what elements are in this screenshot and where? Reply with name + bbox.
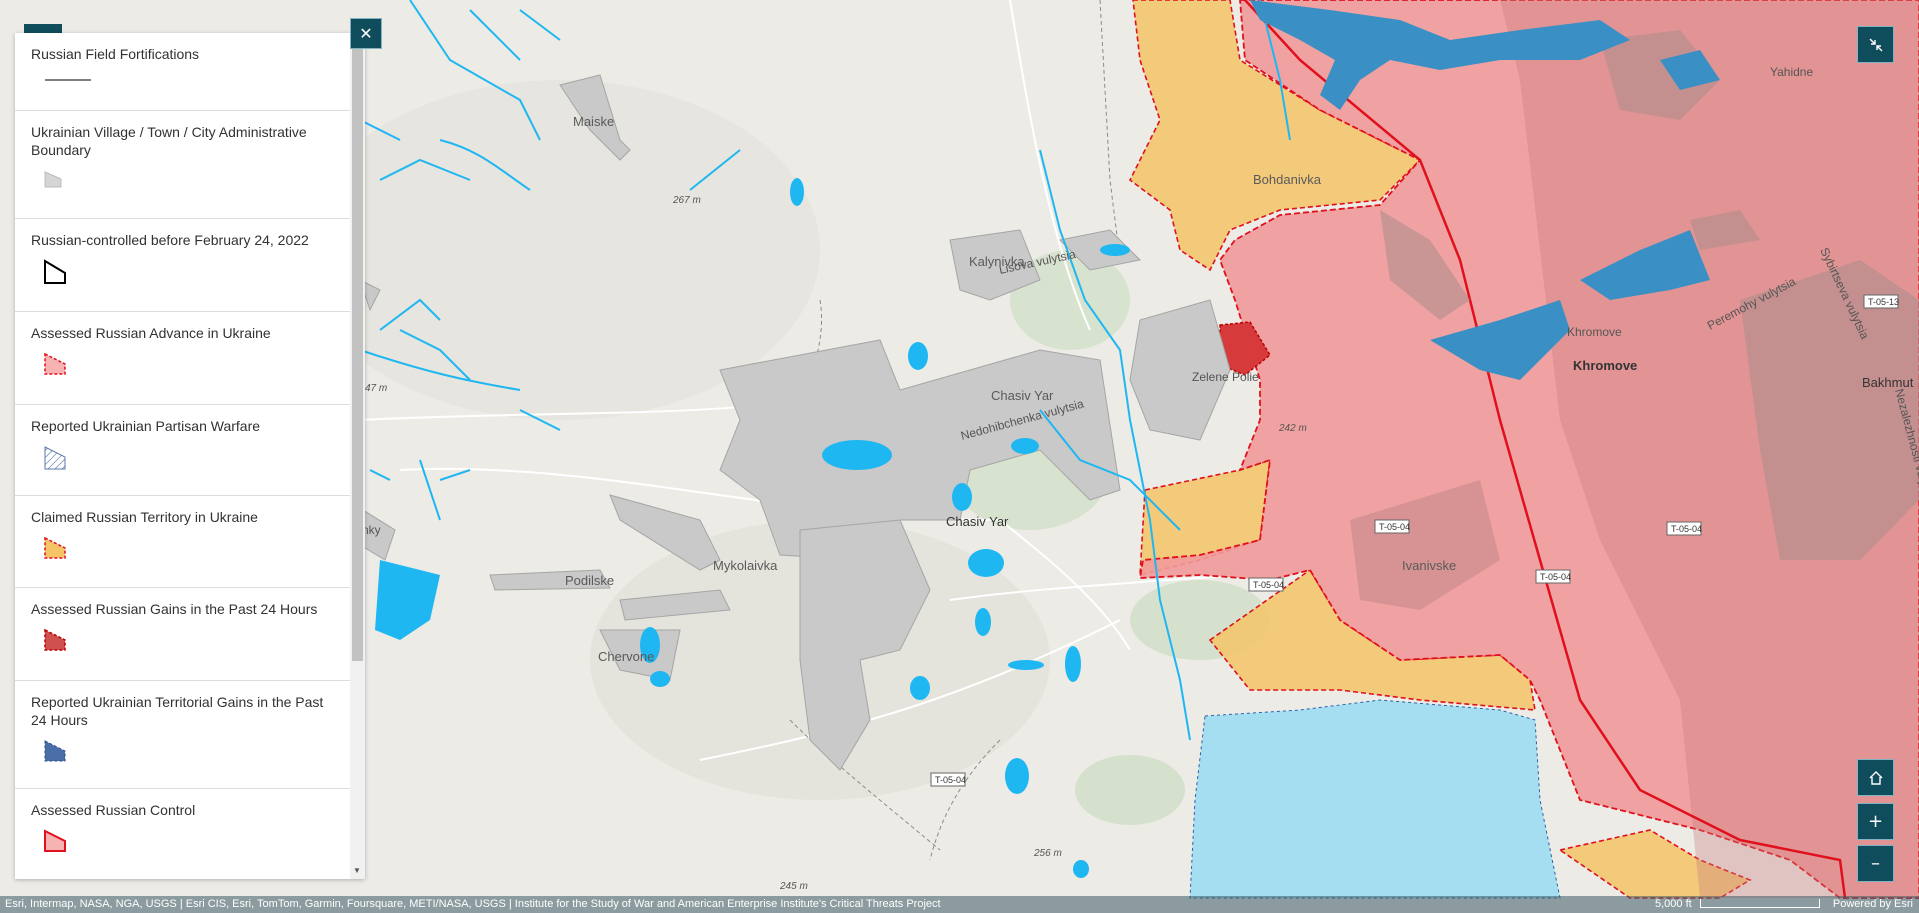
ukrainian-territorial-gains (1189, 699, 1561, 899)
legend-panel[interactable]: Russian Field Fortifications Ukrainian V… (15, 33, 365, 879)
elevation-label: 47 m (365, 383, 387, 394)
legend-item: Assessed Russian Control (15, 789, 350, 879)
fortification-line-icon (45, 79, 91, 81)
place-label: Maiske (573, 114, 614, 129)
svg-text:T-05-04: T-05-04 (1379, 522, 1410, 532)
elevation-label: 267 m (672, 195, 701, 206)
scale-label: 5,000 ft (1655, 898, 1692, 910)
zoom-out-button[interactable]: – (1857, 845, 1894, 882)
orange-dashed-polygon-icon (44, 536, 66, 559)
place-label: Chasiv Yar (946, 514, 1009, 529)
attribution-text[interactable]: Esri, Intermap, NASA, NGA, USGS | Esri C… (5, 896, 941, 913)
road-shield: T-05-04 (1535, 569, 1571, 584)
legend-item: Ukrainian Village / Town / City Administ… (15, 111, 350, 219)
place-label: Chasiv Yar (991, 388, 1054, 403)
place-label: Chervone (598, 649, 654, 664)
road-shield: T-05-04 (1374, 519, 1410, 534)
zoom-in-icon: + (1867, 811, 1884, 832)
legend-item: Assessed Russian Advance in Ukraine (15, 312, 350, 405)
collapse-button[interactable] (1857, 26, 1894, 63)
dark-red-polygon-icon (44, 628, 66, 651)
scroll-down-icon[interactable]: ▼ (353, 866, 361, 875)
close-icon: ✕ (359, 24, 373, 43)
svg-text:T-05-04: T-05-04 (935, 775, 966, 785)
zoom-out-icon: – (1871, 853, 1880, 874)
elevation-label: 242 m (1278, 423, 1307, 434)
legend-item-label: Assessed Russian Control (31, 802, 196, 818)
svg-text:T-05-04: T-05-04 (1671, 524, 1702, 534)
legend-item-label: Ukrainian Village / Town / City Administ… (31, 124, 307, 158)
road-shield: T-05-04 (1666, 521, 1702, 536)
gray-polygon-icon (44, 171, 62, 188)
scale-bar (1700, 899, 1820, 908)
scrollbar-thumb[interactable] (352, 47, 363, 661)
svg-text:T-05-13: T-05-13 (1868, 297, 1899, 307)
legend-item-label: Assessed Russian Advance in Ukraine (31, 325, 271, 341)
collapse-icon (1869, 38, 1882, 51)
legend-item-label: Reported Ukrainian Territorial Gains in … (31, 694, 324, 728)
legend-item: Reported Ukrainian Partisan Warfare (15, 405, 350, 496)
legend-item: Assessed Russian Gains in the Past 24 Ho… (15, 588, 350, 681)
place-label: Zelene Polie (1192, 370, 1259, 384)
legend-item-label: Reported Ukrainian Partisan Warfare (31, 418, 261, 434)
place-label: Khromove (1567, 325, 1622, 339)
legend-item-label: Claimed Russian Territory in Ukraine (31, 509, 258, 525)
road-shield: T-05-13 (1863, 294, 1899, 309)
elevation-label: 245 m (779, 881, 808, 892)
road-shield: T-05-04 (1248, 577, 1284, 592)
svg-text:T-05-04: T-05-04 (1253, 580, 1284, 590)
legend-item-label: Russian Field Fortifications (31, 46, 200, 62)
vegetation-area (1075, 755, 1185, 825)
powered-by-link[interactable]: Powered by Esri (1833, 896, 1913, 913)
hatched-polygon-icon (44, 446, 66, 470)
legend-item: Russian Field Fortifications (15, 33, 350, 111)
legend-scrollbar[interactable]: ▼ (350, 33, 365, 879)
place-label: Bohdanivka (1253, 172, 1322, 187)
place-label: Podilske (565, 573, 614, 588)
red-outline-polygon-icon (44, 829, 66, 852)
black-outline-polygon-icon (44, 259, 66, 284)
place-label: Yahidne (1770, 65, 1813, 79)
home-button[interactable] (1857, 759, 1894, 796)
legend-item-label: Russian-controlled before February 24, 2… (31, 232, 309, 248)
attribution-bar: Esri, Intermap, NASA, NGA, USGS | Esri C… (0, 896, 1919, 913)
legend-list: Russian Field Fortifications Ukrainian V… (15, 33, 350, 879)
place-label: Khromove (1573, 358, 1637, 373)
close-legend-button[interactable]: ✕ (350, 18, 382, 49)
legend-item: Claimed Russian Territory in Ukraine (15, 496, 350, 588)
home-icon (1869, 770, 1882, 785)
road-shield: T-05-04 (930, 772, 966, 787)
place-label: Ivanivske (1402, 558, 1456, 573)
svg-text:T-05-04: T-05-04 (1540, 572, 1571, 582)
red-dashed-polygon-icon (44, 352, 66, 375)
blue-polygon-icon (44, 740, 66, 762)
legend-item: Russian-controlled before February 24, 2… (15, 219, 350, 312)
place-label: Mykolaivka (713, 558, 778, 573)
elevation-label: 256 m (1033, 848, 1062, 859)
zoom-in-button[interactable]: + (1857, 803, 1894, 840)
legend-item-label: Assessed Russian Gains in the Past 24 Ho… (31, 601, 318, 617)
legend-item: Reported Ukrainian Territorial Gains in … (15, 681, 350, 789)
